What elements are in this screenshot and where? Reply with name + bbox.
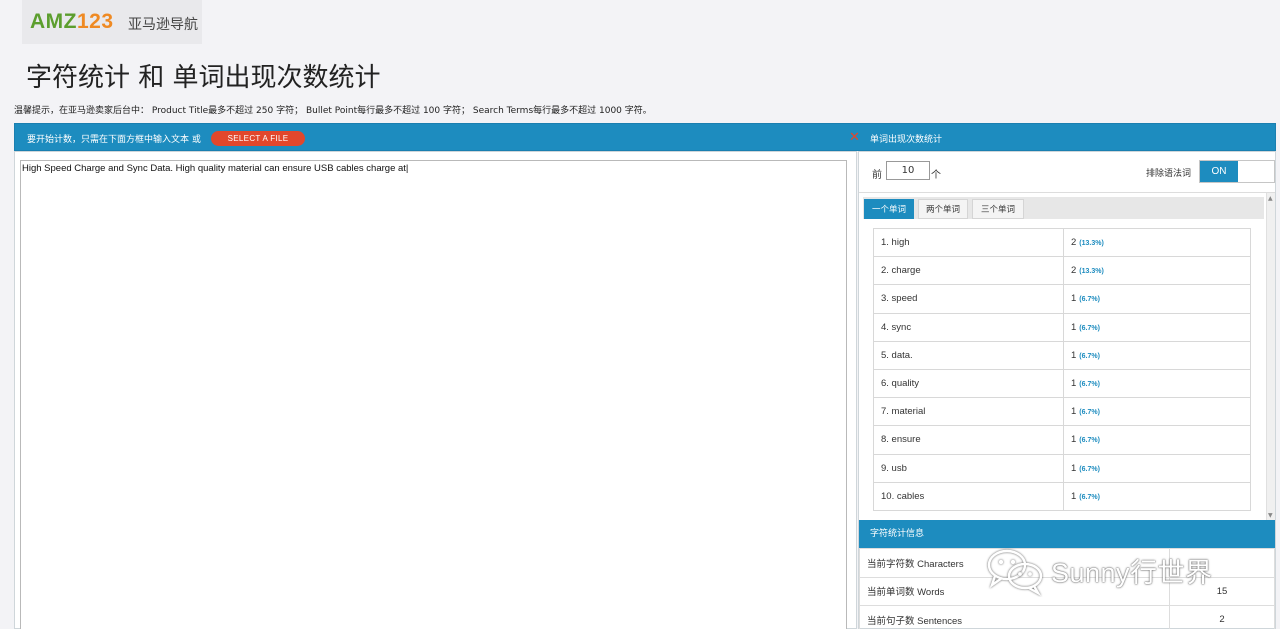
top-n-prefix: 前: [872, 170, 882, 181]
word-count: 2: [1071, 237, 1077, 249]
logo-bar[interactable]: AMZ123 亚马逊导航: [22, 0, 202, 44]
word-count: 1: [1071, 462, 1077, 474]
word-cell: 9. usb: [873, 453, 1064, 483]
word-count: 1: [1071, 293, 1077, 305]
tab-two-words[interactable]: 两个单词: [918, 199, 968, 219]
word-count-table: 1. high 2 (13.3%) 2. charge 2 (13.3%) 3. speed…: [873, 227, 1251, 511]
table-row: 1. high 2 (13.3%): [873, 227, 1251, 258]
count-cell: 1 (6.7%): [1063, 340, 1251, 370]
text-input[interactable]: High Speed Charge and Sync Data. High qu…: [20, 160, 847, 629]
word-percent: (6.7%): [1079, 352, 1100, 360]
word-percent: (13.3%): [1079, 268, 1104, 276]
count-cell: 1 (6.7%): [1063, 453, 1251, 483]
text-input-panel: High Speed Charge and Sync Data. High qu…: [14, 151, 857, 629]
word-count: 1: [1071, 434, 1077, 446]
word-cell: 7. material: [873, 397, 1064, 427]
top-n-input[interactable]: 10: [886, 161, 930, 180]
tabs-bar: 一个单词 两个单词 三个单词: [863, 197, 1264, 219]
word-cell: 6. quality: [873, 368, 1064, 399]
exclude-grammar-toggle[interactable]: ON: [1199, 160, 1275, 183]
table-row: 8. ensure 1 (6.7%): [873, 425, 1251, 455]
controls-row: 前 10 个 排除语法词 ON: [859, 152, 1275, 192]
close-icon[interactable]: ✕: [849, 130, 860, 145]
table-row: 6. quality 1 (6.7%): [873, 368, 1251, 399]
stats-label-sentences: 当前句子数 Sentences: [859, 605, 1170, 629]
stats-row-sentences: 当前句子数 Sentences 2: [859, 605, 1275, 629]
tips-text: 温馨提示，在亚马逊卖家后台中： Product Title最多不超过 250 字…: [14, 106, 652, 116]
word-percent: (6.7%): [1079, 493, 1100, 501]
stats-header: 字符统计信息: [859, 520, 1275, 548]
word-cell: 3. speed: [873, 284, 1064, 314]
wechat-icon: [987, 549, 1043, 597]
toggle-on-label: ON: [1200, 161, 1238, 182]
table-row: 2. charge 2 (13.3%): [873, 256, 1251, 286]
table-row: 4. sync 1 (6.7%): [873, 312, 1251, 342]
count-cell: 1 (6.7%): [1063, 368, 1251, 399]
table-row: 5. data. 1 (6.7%): [873, 340, 1251, 370]
word-count: 1: [1071, 349, 1077, 361]
count-cell: 1 (6.7%): [1063, 397, 1251, 427]
table-row: 7. material 1 (6.7%): [873, 397, 1251, 427]
watermark: Sunny行世界: [985, 545, 1255, 599]
word-count: 1: [1071, 378, 1077, 390]
word-percent: (13.3%): [1079, 240, 1104, 248]
tab-three-words[interactable]: 三个单词: [972, 199, 1024, 219]
count-cell: 1 (6.7%): [1063, 425, 1251, 455]
count-cell: 1 (6.7%): [1063, 312, 1251, 342]
word-cell: 2. charge: [873, 256, 1064, 286]
right-header-title: 单词出现次数统计: [870, 135, 943, 145]
word-percent: (6.7%): [1079, 465, 1100, 473]
word-cell: 5. data.: [873, 340, 1064, 370]
word-count: 1: [1071, 406, 1077, 418]
word-percent: (6.7%): [1079, 381, 1100, 389]
word-count: 1: [1071, 321, 1077, 333]
table-row: 10. cables 1 (6.7%): [873, 481, 1251, 511]
tab-one-word[interactable]: 一个单词: [864, 199, 914, 219]
word-cell: 10. cables: [873, 481, 1064, 511]
count-cell: 2 (13.3%): [1063, 256, 1251, 286]
logo-brand-orange: 123: [77, 10, 114, 33]
logo-subtitle: 亚马逊导航: [128, 17, 198, 33]
table-row: 9. usb 1 (6.7%): [873, 453, 1251, 483]
page-title: 字符统计 和 单词出现次数统计: [26, 63, 381, 93]
word-percent: (6.7%): [1079, 437, 1100, 445]
select-file-button[interactable]: SELECT A FILE: [211, 131, 305, 146]
exclude-grammar-label: 排除语法词: [1146, 169, 1192, 179]
word-cell: 4. sync: [873, 312, 1064, 342]
word-cell: 8. ensure: [873, 425, 1064, 455]
word-count: 1: [1071, 490, 1077, 502]
logo[interactable]: AMZ123: [30, 10, 114, 34]
word-percent: (6.7%): [1079, 409, 1100, 417]
scrollbar[interactable]: ▲ ▼: [1266, 193, 1275, 521]
word-cell: 1. high: [873, 227, 1064, 258]
word-percent: (6.7%): [1079, 324, 1100, 332]
count-cell: 1 (6.7%): [1063, 284, 1251, 314]
stats-value-sentences: 2: [1169, 605, 1275, 629]
watermark-text: Sunny行世界: [1051, 558, 1213, 588]
logo-brand-green: AMZ: [30, 10, 77, 33]
left-header-text: 要开始计数，只需在下面方框中输入文本 或: [27, 135, 201, 145]
count-cell: 2 (13.3%): [1063, 227, 1251, 258]
top-n-suffix: 个: [931, 170, 941, 181]
word-count: 2: [1071, 265, 1077, 277]
table-row: 3. speed 1 (6.7%): [873, 284, 1251, 314]
scroll-up-icon[interactable]: ▲: [1268, 195, 1273, 202]
word-percent: (6.7%): [1079, 296, 1100, 304]
header-band: 要开始计数，只需在下面方框中输入文本 或 SELECT A FILE ✕ 单词出…: [14, 123, 1276, 151]
count-cell: 1 (6.7%): [1063, 481, 1251, 511]
scroll-down-icon[interactable]: ▼: [1268, 512, 1273, 519]
word-count-box: 一个单词 两个单词 三个单词 1. high 2 (13.3%) 2. charge 2…: [859, 192, 1275, 521]
